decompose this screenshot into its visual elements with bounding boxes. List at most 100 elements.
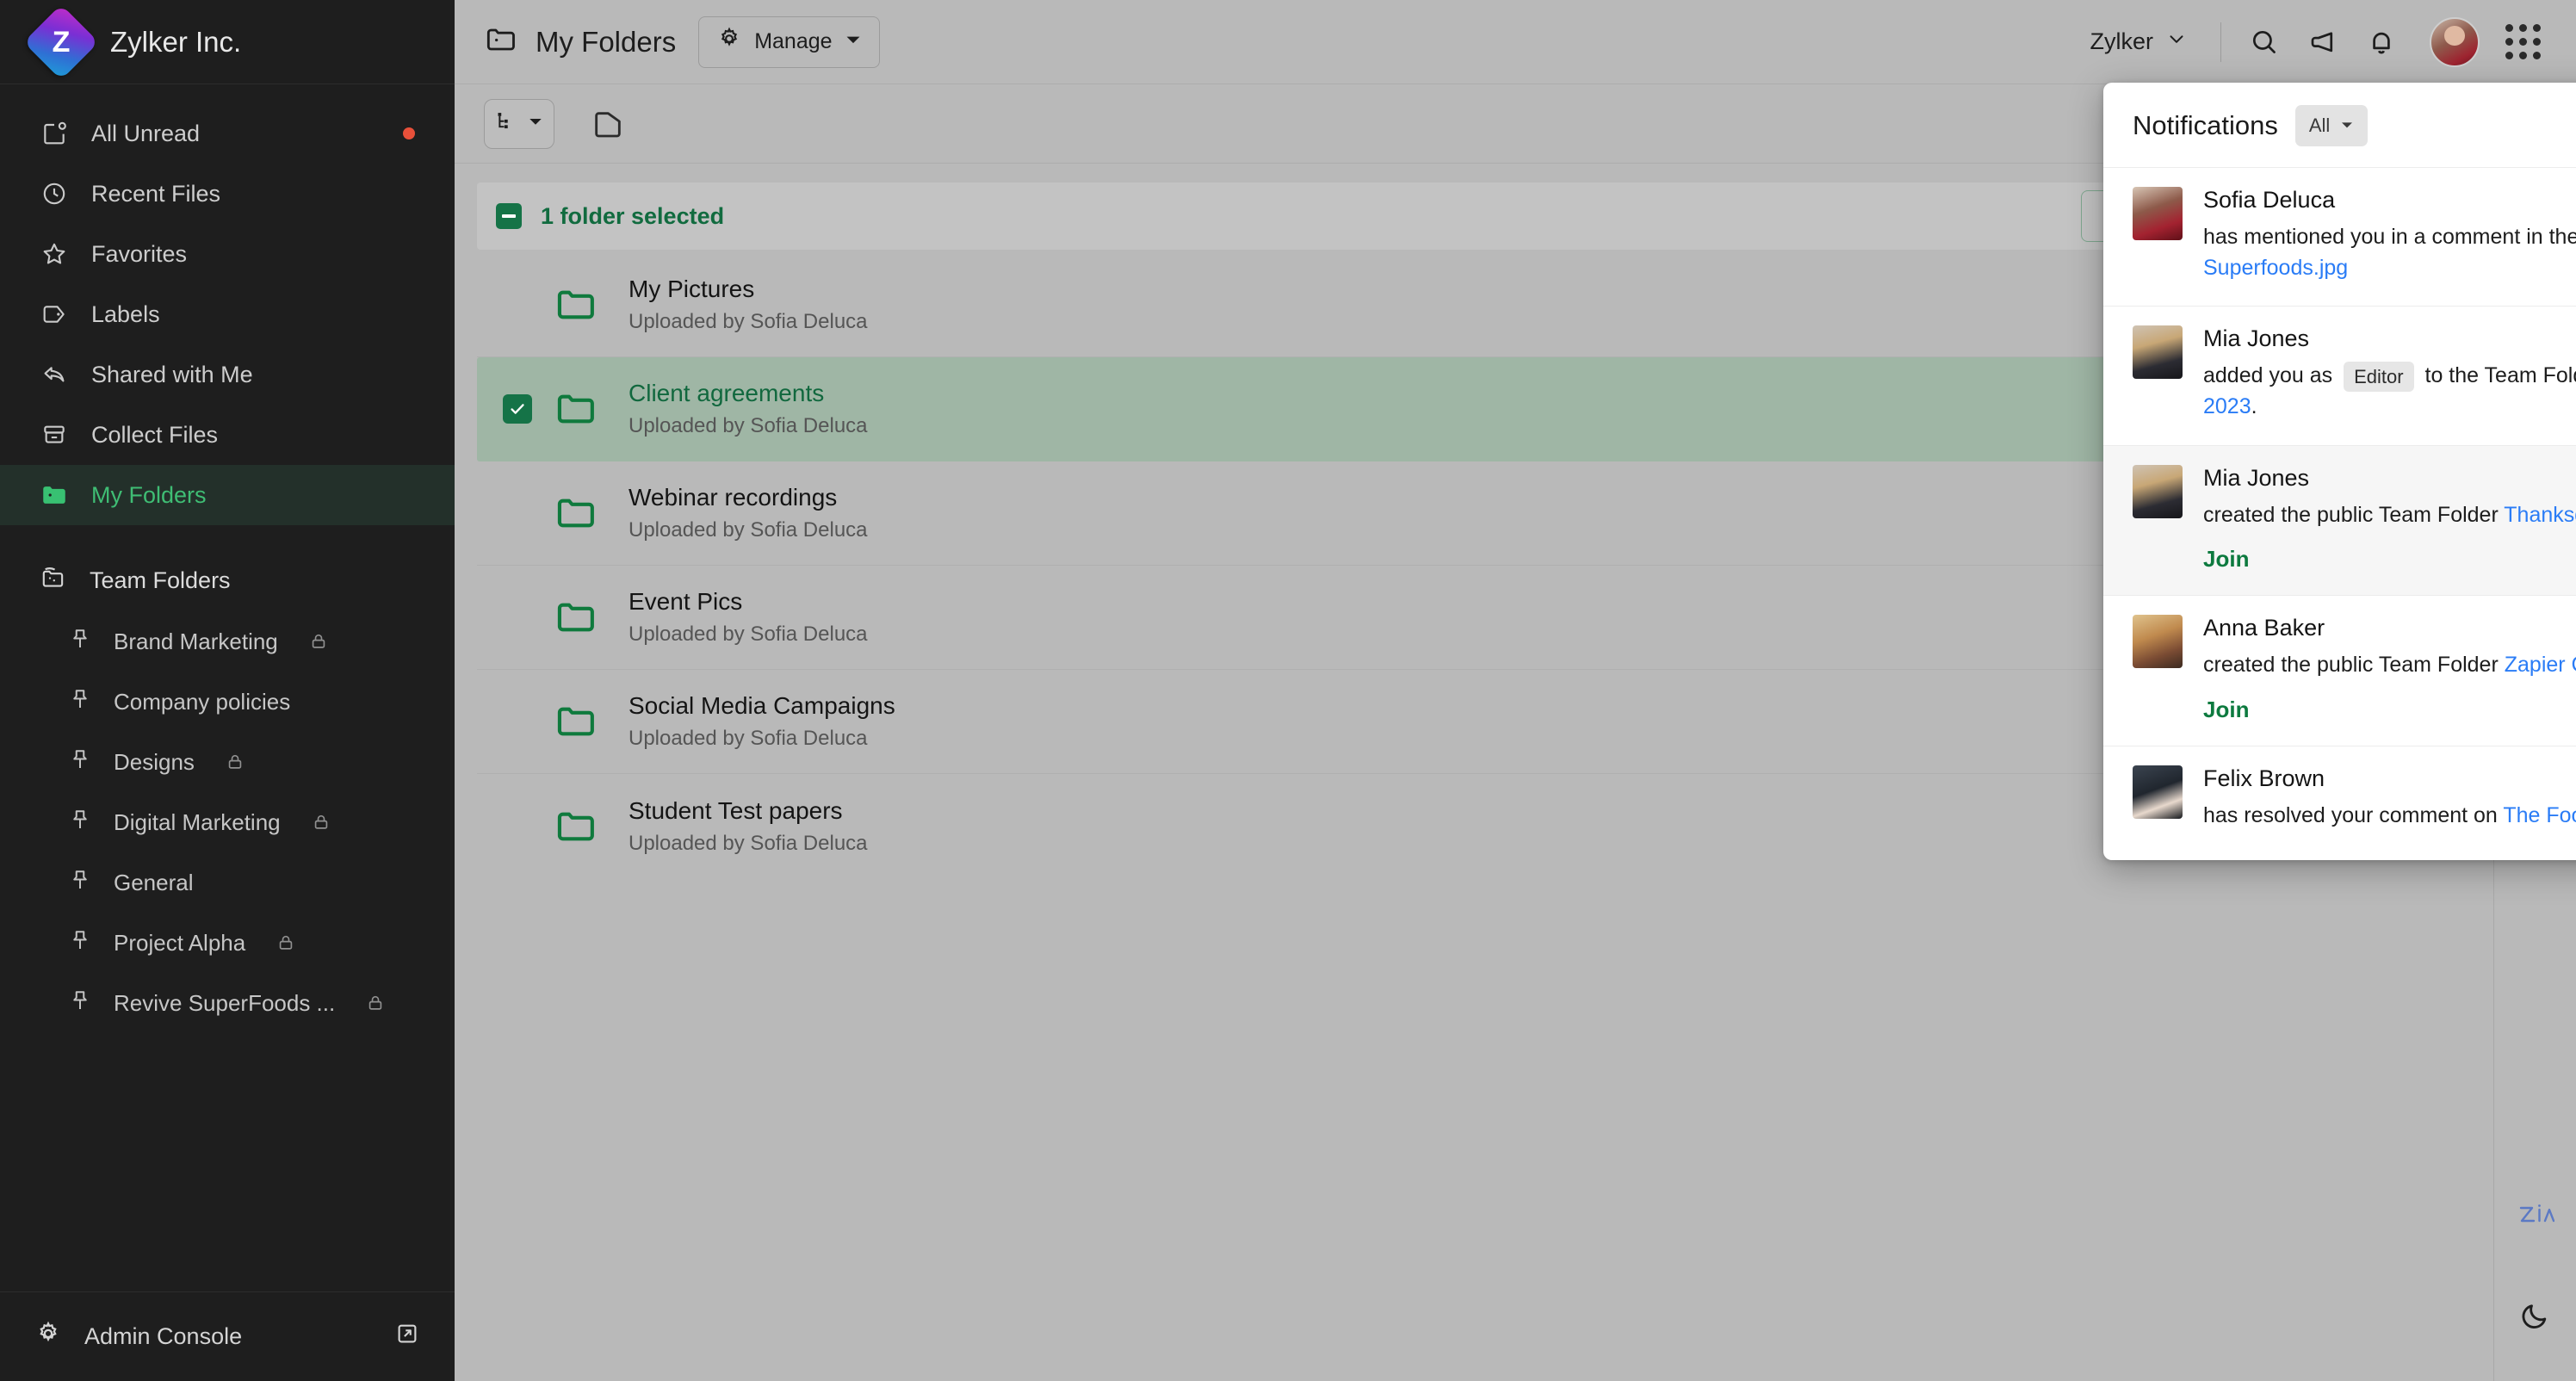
folder-icon <box>553 698 599 745</box>
tree-view-icon <box>495 109 519 138</box>
row-checkbox[interactable] <box>503 290 532 319</box>
team-folder-project-alpha[interactable]: Project Alpha <box>0 913 455 973</box>
apps-grid-icon[interactable] <box>2493 13 2552 71</box>
sidebar-nav: All Unread Recent Files Favorites Labels… <box>0 84 455 1033</box>
sidebar-item-recent-files[interactable]: Recent Files <box>0 164 455 224</box>
share-back-icon <box>40 360 69 389</box>
team-folder-label: Company policies <box>114 688 291 715</box>
new-folder-icon[interactable] <box>584 100 632 148</box>
notification-text: added you as Editor to the Team Folder T… <box>2203 361 2576 423</box>
team-folder-revive-superfoods[interactable]: Revive SuperFoods ... <box>0 973 455 1033</box>
divider <box>2220 22 2221 62</box>
team-folder-company-policies[interactable]: Company policies <box>0 672 455 732</box>
row-checkbox[interactable] <box>503 812 532 841</box>
team-folder-digital-marketing[interactable]: Digital Marketing <box>0 792 455 852</box>
folder-icon <box>484 22 518 61</box>
admin-console-link[interactable]: Admin Console <box>0 1291 455 1381</box>
notification-item[interactable]: Sofia Deluca Nov 27, 2023, 10:32 AM has … <box>2103 167 2576 306</box>
sidebar-item-shared-with-me[interactable]: Shared with Me <box>0 344 455 405</box>
notification-author: Mia Jones <box>2203 325 2310 351</box>
sidebar-item-favorites[interactable]: Favorites <box>0 224 455 284</box>
search-icon[interactable] <box>2235 13 2294 71</box>
sidebar-item-label: My Folders <box>91 481 207 508</box>
sidebar-item-my-folders[interactable]: My Folders <box>0 465 455 525</box>
notification-link[interactable]: Zapier Converted Files <box>2505 653 2576 677</box>
sidebar-item-label: Shared with Me <box>91 361 253 387</box>
sidebar-item-label: All Unread <box>91 120 201 146</box>
notification-text-after: . <box>2251 394 2257 418</box>
bell-icon[interactable] <box>2352 13 2411 71</box>
folder-subtitle: Uploaded by Sofia Deluca <box>629 831 868 855</box>
filter-value: All <box>2308 115 2331 136</box>
notification-text-before: created the public Team Folder <box>2203 502 2505 527</box>
team-folder-label: Designs <box>114 748 195 775</box>
section-label: Team Folders <box>90 567 231 593</box>
notification-text-before: added you as <box>2203 363 2339 387</box>
brand-name: Zylker Inc. <box>110 25 242 58</box>
row-checkbox[interactable] <box>503 499 532 528</box>
sidebar-item-label: Collect Files <box>91 421 219 448</box>
breadcrumb[interactable]: My Folders <box>484 22 676 61</box>
avatar <box>2133 615 2183 668</box>
brand-header[interactable]: Z Zylker Inc. <box>0 0 455 84</box>
team-folder-label: Project Alpha <box>114 929 246 956</box>
manage-button[interactable]: Manage <box>698 15 880 68</box>
logo-letter: Z <box>53 25 70 58</box>
sidebar-item-collect-files[interactable]: Collect Files <box>0 405 455 465</box>
chevron-down-icon <box>2165 28 2188 56</box>
folder-icon <box>553 803 599 850</box>
team-folder-designs[interactable]: Designs <box>0 732 455 792</box>
pin-icon <box>67 626 93 658</box>
announcement-icon[interactable] <box>2294 13 2352 71</box>
star-icon <box>40 239 69 269</box>
team-folder-label: General <box>114 869 194 895</box>
notification-item[interactable]: Mia Jones Nov 22, 2023, 2:26 PM added yo… <box>2103 306 2576 445</box>
dark-mode-toggle-icon[interactable] <box>2508 1288 2563 1343</box>
folder-icon <box>553 490 599 536</box>
join-button[interactable]: Join <box>2203 697 2249 723</box>
team-folder-general[interactable]: General <box>0 852 455 913</box>
folder-name: Event Pics <box>629 588 743 615</box>
sidebar-section-team-folders[interactable]: Team Folders <box>0 549 455 611</box>
row-checkbox[interactable] <box>503 394 532 424</box>
notifications-header: Notifications All Clear All <box>2103 83 2576 167</box>
lock-icon <box>312 813 331 832</box>
notification-item[interactable]: Felix Brown Oct 26, 2023, 11:53 AM has r… <box>2103 745 2576 861</box>
row-checkbox[interactable] <box>503 603 532 632</box>
team-folder-brand-marketing[interactable]: Brand Marketing <box>0 611 455 672</box>
org-switcher[interactable]: Zylker <box>2071 28 2208 56</box>
folder-subtitle: Uploaded by Sofia Deluca <box>629 414 868 437</box>
notification-item[interactable]: Mia Jones Nov 22, 2023, 2:19 PM created … <box>2103 444 2576 595</box>
chevron-down-icon <box>845 29 862 54</box>
pin-icon <box>67 746 93 778</box>
inbox-icon <box>40 420 69 449</box>
notification-item[interactable]: Anna Baker Oct 30, 2023, 12:34 PM create… <box>2103 595 2576 746</box>
sidebar-item-all-unread[interactable]: All Unread <box>0 103 455 164</box>
external-link-icon <box>394 1321 420 1353</box>
select-all-checkbox[interactable] <box>496 203 522 229</box>
folder-subtitle: Uploaded by Sofia Deluca <box>629 622 868 646</box>
zia-assistant-icon[interactable] <box>2508 1188 2563 1243</box>
avatar <box>2133 325 2183 379</box>
row-checkbox[interactable] <box>503 707 532 736</box>
view-tree-button[interactable] <box>484 98 554 149</box>
notifications-title: Notifications <box>2133 110 2278 140</box>
notification-link[interactable]: The Food Journey.mp4 <box>2503 803 2576 827</box>
folder-icon <box>553 282 599 328</box>
sidebar-item-labels[interactable]: Labels <box>0 284 455 344</box>
lock-icon <box>366 994 385 1013</box>
admin-console-label: Admin Console <box>84 1323 243 1349</box>
unread-icon <box>40 119 69 148</box>
notification-link[interactable]: Thanksgiving day 2023 <box>2504 503 2576 527</box>
pin-icon <box>67 927 93 959</box>
clock-icon <box>40 179 69 208</box>
join-button[interactable]: Join <box>2203 546 2249 573</box>
sidebar-item-label: Favorites <box>91 240 188 267</box>
notifications-filter-dropdown[interactable]: All <box>2294 105 2369 146</box>
chevron-down-icon <box>2340 115 2354 137</box>
pin-icon <box>67 686 93 718</box>
notification-text-before: has mentioned you in a comment in the fi… <box>2203 225 2576 249</box>
notification-text-mid: to the Team Folder <box>2424 363 2576 387</box>
user-avatar[interactable] <box>2430 16 2480 67</box>
folder-icon <box>553 386 599 432</box>
